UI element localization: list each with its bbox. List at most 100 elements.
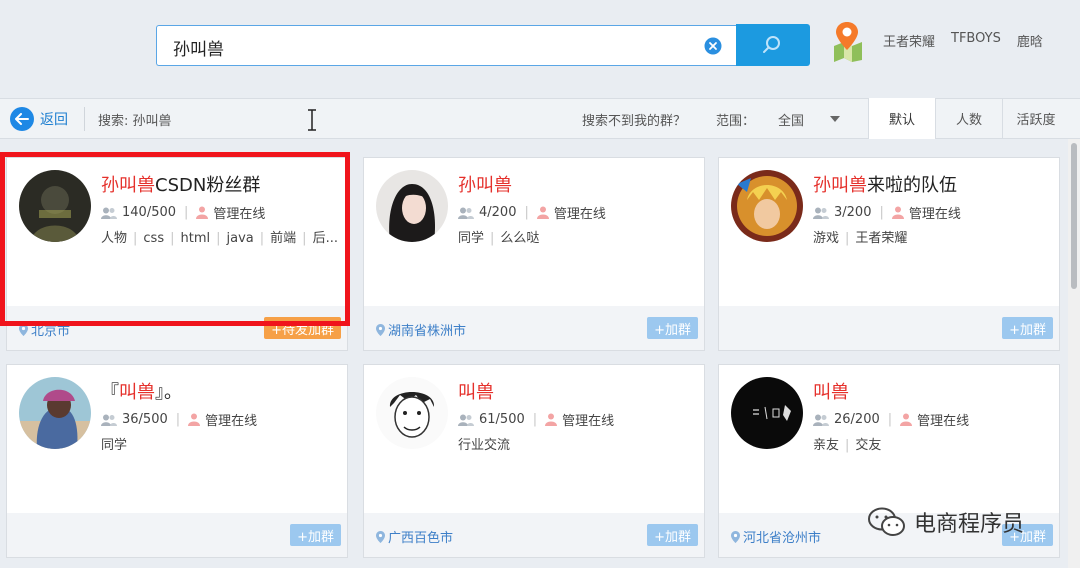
hot-tag[interactable]: 鹿晗 [1017,31,1043,50]
group-meta: 36/500 | 管理在线 [101,410,257,429]
header: 孙叫兽 王者荣耀 TFBOYS 鹿晗 [0,0,1080,98]
tab-activity[interactable]: 活跃度 [1002,98,1069,139]
hot-tag[interactable]: TFBOYS [951,31,1001,50]
divider [84,107,85,131]
chevron-down-icon[interactable] [830,116,840,122]
card-footer: 湖南省株洲市 +加群 [364,306,704,350]
divider: | [175,412,181,427]
group-card[interactable]: 孙叫兽来啦的队伍 3/200 | 管理在线 游戏 | 王者荣耀 +加群 [718,157,1060,351]
group-title[interactable]: 孙叫兽 [458,171,512,197]
back-button[interactable]: 返回 [10,107,68,131]
hot-tags: 王者荣耀 TFBOYS 鹿晗 [883,31,1043,50]
divider: | [524,205,529,220]
location: 河北省沧州市 [731,527,821,546]
tag: 行业交流 [458,438,511,453]
location-text: 河北省沧州市 [743,531,822,546]
group-avatar [376,170,448,242]
location-pin-icon [376,323,385,336]
member-count: 4/200 [479,205,517,220]
admin-status: 管理在线 [917,414,970,429]
join-button[interactable]: +加群 [647,524,698,546]
map-location-icon[interactable] [830,20,866,62]
group-tags: 亲友 | 交友 [813,438,882,453]
group-avatar [376,377,448,449]
tag: 同学 [101,438,128,453]
divider: | [532,412,538,427]
scrollbar-thumb[interactable] [1071,143,1077,289]
search-query[interactable]: 孙叫兽 [173,35,224,60]
wechat-icon [868,507,905,536]
clear-icon[interactable] [704,37,722,55]
join-button[interactable]: +加群 [290,524,341,546]
group-avatar [19,377,91,449]
member-count: 26/200 [834,412,880,427]
tab-members[interactable]: 人数 [935,98,1002,139]
admin-icon [536,206,549,219]
range-label: 范围： [716,114,756,129]
group-tags: 同学 [101,434,343,453]
filter-bar: 返回 搜索: 孙叫兽 搜索不到我的群？ 范围： 全国 默认 人数 活跃度 [0,98,1080,139]
title-highlight: 叫兽 [458,382,494,403]
title-highlight: 孙叫兽 [458,175,512,196]
group-meta: 4/200 | 管理在线 [458,203,606,222]
tag: 游戏 [813,231,840,246]
group-tags: 游戏 | 王者荣耀 [813,231,908,246]
group-card[interactable]: 『叫兽』。 36/500 | 管理在线 同学 +加群 [6,364,348,558]
watermark-text: 电商程序员 [914,512,1025,537]
join-button[interactable]: +加群 [1002,317,1053,339]
divider: | [887,412,893,427]
not-found-link[interactable]: 搜索不到我的群？ [582,110,686,129]
admin-icon [545,413,558,426]
admin-icon [188,413,201,426]
scrollbar[interactable] [1068,139,1080,568]
group-title[interactable]: 孙叫兽来啦的队伍 [813,171,957,197]
card-footer: +加群 [719,306,1059,350]
back-label: 返回 [40,112,68,128]
title-rest: 来啦的队伍 [867,175,957,196]
members-icon [813,414,829,426]
hot-tag[interactable]: 王者荣耀 [883,31,935,50]
title-highlight: 叫兽 [119,382,155,403]
title-highlight: 孙叫兽 [813,175,867,196]
admin-status: 管理在线 [205,414,258,429]
search-input[interactable]: 孙叫兽 [156,25,738,66]
group-card[interactable]: 叫兽 61/500 | 管理在线 行业交流 广西百色市 +加群 [363,364,705,558]
members-icon [813,207,829,219]
title-rest: 』。 [155,382,182,403]
tag: 同学 [458,231,485,246]
location: 湖南省株洲市 [376,320,466,339]
group-avatar [731,377,803,449]
group-meta: 26/200 | 管理在线 [813,410,969,429]
search-button[interactable] [736,24,810,66]
admin-icon [891,206,904,219]
sort-tabs: 默认 人数 活跃度 [868,98,1069,139]
group-title[interactable]: 叫兽 [458,378,494,404]
group-tags: 行业交流 [458,434,700,453]
location-pin-icon [731,530,740,543]
tag: 亲友 [813,438,840,453]
tab-default[interactable]: 默认 [868,98,935,139]
join-button[interactable]: +加群 [647,317,698,339]
group-tags: 同学 | 么么哒 [458,231,540,246]
tag: 么么哒 [500,231,540,246]
group-title[interactable]: 叫兽 [813,378,849,404]
admin-status: 管理在线 [553,207,606,222]
annotation-highlight-frame [0,152,350,326]
group-avatar [731,170,803,242]
divider: | [879,205,884,220]
members-icon [458,414,474,426]
admin-status: 管理在线 [908,207,961,222]
location-text: 广西百色市 [388,531,454,546]
title-highlight: 叫兽 [813,382,849,403]
group-card[interactable]: 孙叫兽 4/200 | 管理在线 同学 | 么么哒 湖南省株洲市 +加群 [363,157,705,351]
group-meta: 3/200 | 管理在线 [813,203,961,222]
title-prefix: 『 [101,382,119,403]
range-select[interactable]: 全国 [778,110,804,129]
search-icon [763,36,780,53]
location: 广西百色市 [376,527,453,546]
group-title[interactable]: 『叫兽』。 [101,378,182,404]
member-count: 3/200 [834,205,872,220]
location-text: 湖南省株洲市 [388,324,467,339]
card-footer: +加群 [7,513,347,557]
members-icon [101,414,117,426]
